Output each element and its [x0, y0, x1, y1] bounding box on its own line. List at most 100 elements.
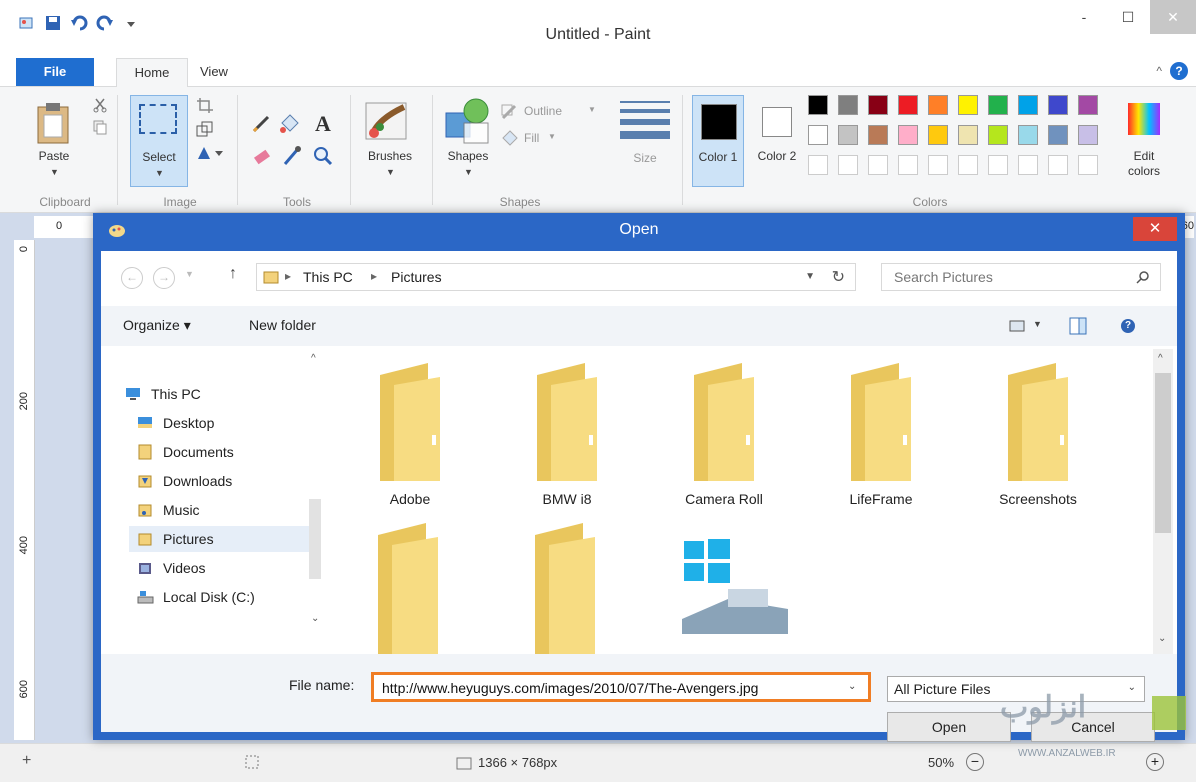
palette-swatch[interactable]: [958, 95, 978, 115]
fill-button[interactable]: Fill: [524, 131, 539, 145]
palette-swatch[interactable]: [898, 125, 918, 145]
help-icon[interactable]: ?: [1121, 319, 1135, 333]
collapse-ribbon-icon[interactable]: ^: [1156, 64, 1162, 78]
refresh-icon[interactable]: ↻: [832, 267, 845, 287]
nav-item-videos[interactable]: Videos: [137, 555, 206, 581]
forward-button[interactable]: →: [153, 267, 175, 289]
shapes-icon[interactable]: [442, 97, 492, 145]
nav-scrollbar[interactable]: [309, 499, 321, 579]
organize-button[interactable]: Organize ▾: [123, 317, 191, 334]
cut-icon[interactable]: [92, 97, 108, 113]
palette-swatch[interactable]: [1078, 125, 1098, 145]
maximize-button[interactable]: ☐: [1106, 0, 1150, 34]
scroll-up-icon[interactable]: ^: [1158, 353, 1163, 364]
resize-icon[interactable]: [196, 121, 214, 137]
zoom-out-button[interactable]: −: [966, 753, 984, 771]
brushes-icon[interactable]: [364, 99, 410, 143]
file-name-dropdown-icon[interactable]: ⌄: [848, 681, 856, 692]
custom-color-slot[interactable]: [1018, 155, 1038, 175]
nav-item-documents[interactable]: Documents: [137, 439, 234, 465]
fill-dropdown-icon[interactable]: ▼: [548, 132, 556, 141]
palette-swatch[interactable]: [808, 95, 828, 115]
scroll-down-icon[interactable]: ⌄: [1158, 633, 1166, 644]
palette-swatch[interactable]: [808, 125, 828, 145]
color2-button[interactable]: Color 2: [752, 95, 802, 187]
custom-color-slot[interactable]: [1048, 155, 1068, 175]
custom-color-slot[interactable]: [988, 155, 1008, 175]
outline-button[interactable]: Outline: [524, 104, 562, 118]
text-tool-icon[interactable]: A: [315, 111, 331, 137]
folder-item[interactable]: Adobe: [345, 349, 475, 517]
nav-item-pictures[interactable]: Pictures: [129, 526, 309, 552]
close-button[interactable]: ✕: [1150, 0, 1196, 34]
palette-swatch[interactable]: [988, 125, 1008, 145]
folder-item[interactable]: Screenshots: [973, 349, 1103, 517]
nav-item-this-pc[interactable]: This PC: [125, 381, 201, 407]
palette-swatch[interactable]: [928, 125, 948, 145]
tab-home[interactable]: Home: [116, 58, 188, 88]
palette-swatch[interactable]: [958, 125, 978, 145]
brushes-dropdown-icon[interactable]: ▼: [386, 167, 395, 177]
outline-dropdown-icon[interactable]: ▼: [588, 105, 596, 114]
tab-view[interactable]: View: [200, 58, 228, 86]
view-options-dropdown-icon[interactable]: ▼: [1033, 319, 1042, 329]
brushes-button[interactable]: Brushes: [355, 149, 425, 163]
up-button[interactable]: ↑: [229, 265, 237, 283]
pencil-icon[interactable]: [252, 115, 272, 133]
search-icon[interactable]: [1136, 270, 1150, 284]
edit-colors-button[interactable]: Edit colors: [1116, 149, 1172, 179]
shapes-dropdown-icon[interactable]: ▼: [464, 167, 473, 177]
rotate-icon[interactable]: [196, 145, 226, 161]
folder-item[interactable]: LifeFrame: [816, 349, 946, 517]
folder-icon[interactable]: [525, 515, 605, 654]
address-bar[interactable]: ▸ This PC ▸ Pictures ▼ ↻: [256, 263, 856, 291]
paste-button[interactable]: Paste: [26, 149, 82, 163]
nav-item-downloads[interactable]: Downloads: [137, 468, 232, 494]
size-icon[interactable]: [620, 101, 670, 139]
custom-color-slot[interactable]: [868, 155, 888, 175]
nav-scroll-down-icon[interactable]: ⌄: [311, 613, 319, 624]
file-name-input[interactable]: http://www.heyuguys.com/images/2010/07/T…: [371, 672, 871, 702]
nav-scroll-up-icon[interactable]: ^: [311, 353, 316, 364]
custom-color-slot[interactable]: [1078, 155, 1098, 175]
custom-color-slot[interactable]: [808, 155, 828, 175]
palette-swatch[interactable]: [928, 95, 948, 115]
dialog-close-button[interactable]: ✕: [1133, 217, 1177, 241]
search-input[interactable]: Search Pictures: [881, 263, 1161, 291]
folder-item[interactable]: Camera Roll: [659, 349, 789, 517]
breadcrumb-this-pc[interactable]: This PC: [303, 269, 353, 285]
fill-bucket-icon[interactable]: [278, 113, 300, 135]
palette-swatch[interactable]: [988, 95, 1008, 115]
nav-item-music[interactable]: Music: [137, 497, 200, 523]
custom-color-slot[interactable]: [898, 155, 918, 175]
address-dropdown-icon[interactable]: ▼: [805, 271, 815, 282]
preview-pane-icon[interactable]: [1069, 317, 1087, 335]
new-folder-button[interactable]: New folder: [249, 317, 316, 333]
tab-file[interactable]: File: [16, 58, 94, 86]
palette-swatch[interactable]: [868, 125, 888, 145]
folder-item[interactable]: BMW i8: [502, 349, 632, 517]
eraser-icon[interactable]: [252, 147, 274, 167]
breadcrumb-pictures[interactable]: Pictures: [391, 269, 442, 285]
back-button[interactable]: ←: [121, 267, 143, 289]
color-picker-icon[interactable]: [282, 145, 302, 167]
palette-swatch[interactable]: [838, 95, 858, 115]
palette-swatch[interactable]: [1078, 95, 1098, 115]
crop-icon[interactable]: [196, 97, 214, 113]
minimize-button[interactable]: -: [1062, 0, 1106, 34]
magnifier-icon[interactable]: [312, 145, 334, 167]
view-options-icon[interactable]: [1009, 319, 1027, 333]
recent-locations-icon[interactable]: ▼: [185, 269, 194, 279]
custom-color-slot[interactable]: [838, 155, 858, 175]
size-button[interactable]: Size: [620, 151, 670, 165]
paste-icon[interactable]: [36, 101, 72, 145]
help-icon[interactable]: ?: [1170, 62, 1188, 80]
palette-swatch[interactable]: [1018, 125, 1038, 145]
paste-dropdown-icon[interactable]: ▼: [50, 167, 59, 177]
folder-icon[interactable]: [368, 515, 448, 654]
palette-swatch[interactable]: [868, 95, 888, 115]
nav-item-local-disk[interactable]: Local Disk (C:): [137, 584, 255, 610]
windows-image-icon[interactable]: [678, 539, 798, 639]
nav-item-desktop[interactable]: Desktop: [137, 410, 214, 436]
color1-button[interactable]: Color 1: [692, 95, 744, 187]
